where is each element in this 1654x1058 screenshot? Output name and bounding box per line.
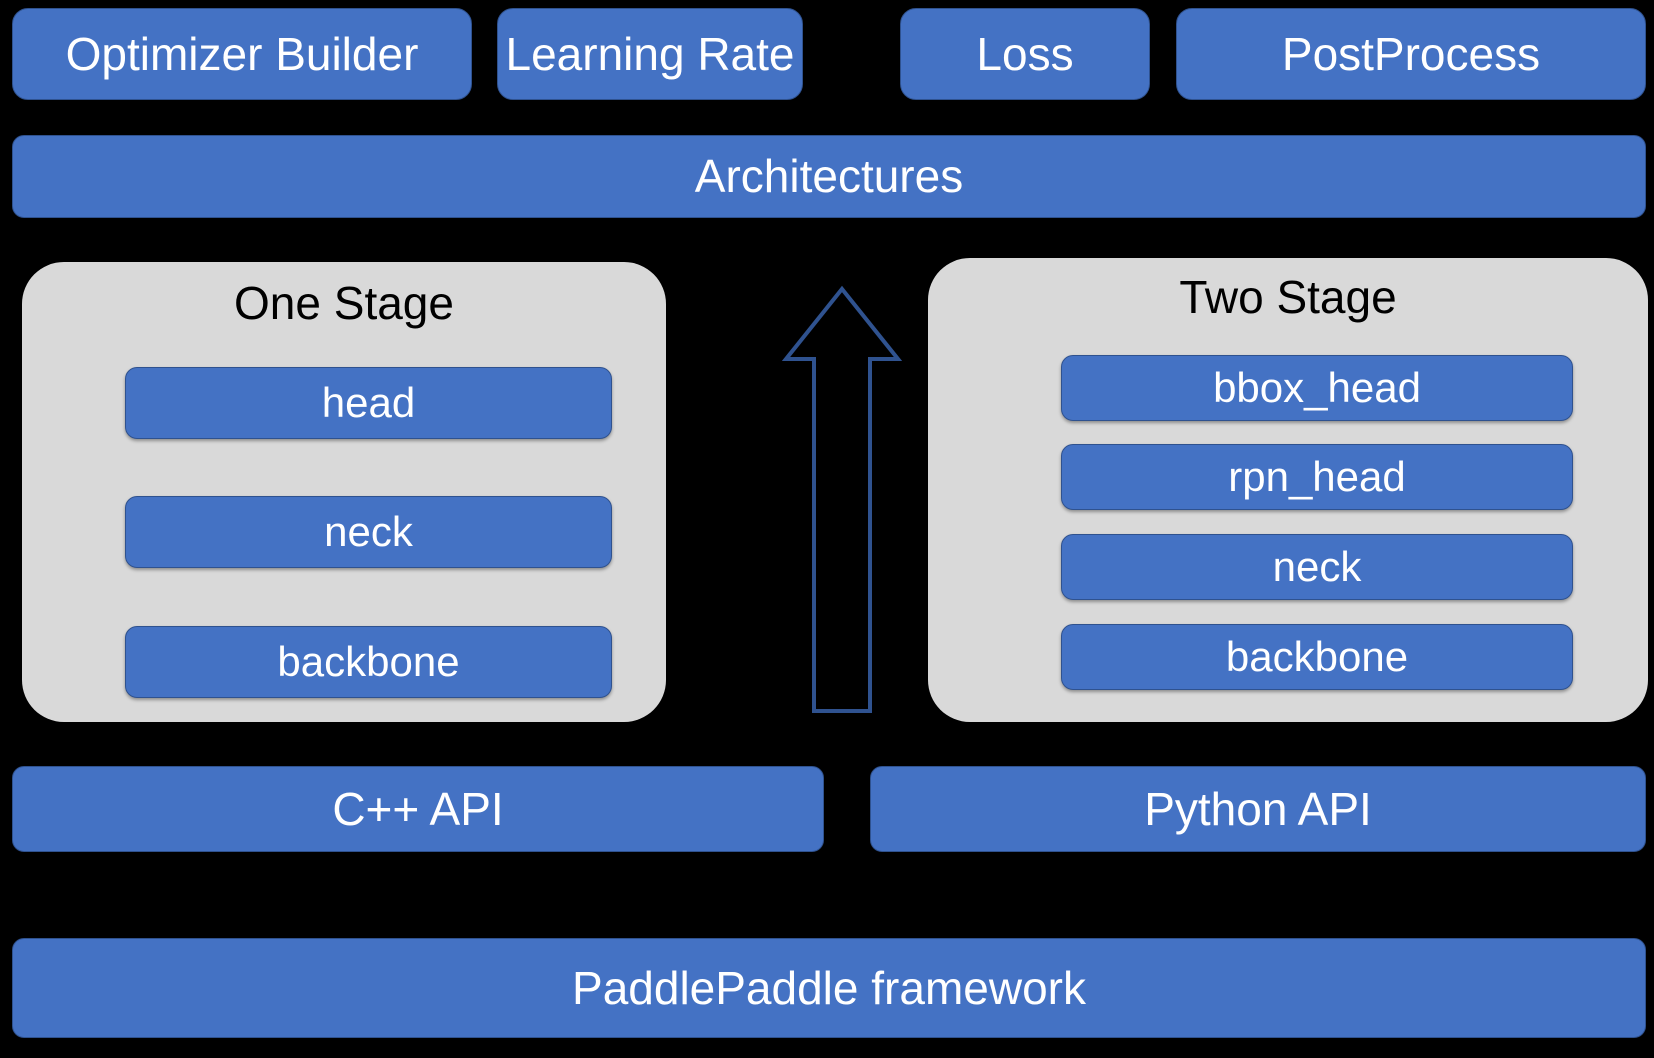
stage-module-label: neck [324, 508, 413, 555]
stage-module-bbox-head[interactable]: bbox_head [1061, 355, 1573, 421]
stage-module-label: head [321, 379, 416, 426]
stage-module-label: bbox_head [1213, 364, 1421, 411]
module-box-loss[interactable]: Loss [900, 8, 1150, 100]
api-bar-label: Python API [1144, 782, 1372, 835]
stage-module-label: backbone [277, 638, 460, 685]
framework-bar-label: PaddlePaddle framework [572, 961, 1086, 1014]
module-box-label: Learning Rate [505, 27, 795, 80]
stage-panel-title: One Stage [234, 277, 454, 329]
diagram-canvas: Optimizer Builder Learning Rate Loss Pos… [0, 0, 1654, 1058]
module-box-label: PostProcess [1281, 27, 1541, 80]
api-bar-python[interactable]: Python API [870, 766, 1646, 852]
architectures-bar[interactable]: Architectures [12, 135, 1646, 218]
stage-panel-one-stage: One Stage head neck backbone [22, 262, 666, 722]
stage-module-head[interactable]: head [125, 367, 612, 439]
stage-module-neck[interactable]: neck [125, 496, 612, 568]
stage-module-rpn-head[interactable]: rpn_head [1061, 444, 1573, 510]
stage-module-backbone[interactable]: backbone [125, 626, 612, 698]
stage-panel-title: Two Stage [1179, 271, 1397, 323]
stage-module-neck[interactable]: neck [1061, 534, 1573, 600]
module-box-label: Optimizer Builder [65, 27, 419, 80]
module-box-label: Loss [976, 27, 1074, 80]
api-bar-cpp[interactable]: C++ API [12, 766, 824, 852]
framework-bar[interactable]: PaddlePaddle framework [12, 938, 1646, 1038]
architectures-bar-label: Architectures [694, 150, 964, 203]
module-box-postprocess[interactable]: PostProcess [1176, 8, 1646, 100]
module-box-optimizer-builder[interactable]: Optimizer Builder [12, 8, 472, 100]
stage-panel-two-stage: Two Stage bbox_head rpn_head neck backbo… [928, 258, 1648, 722]
module-box-learning-rate[interactable]: Learning Rate [497, 8, 803, 100]
stage-module-backbone[interactable]: backbone [1061, 624, 1573, 690]
api-bar-label: C++ API [332, 782, 504, 835]
up-arrow-icon [780, 283, 904, 715]
stage-module-label: rpn_head [1228, 453, 1406, 500]
stage-module-label: backbone [1225, 633, 1409, 680]
stage-module-label: neck [1272, 543, 1362, 590]
